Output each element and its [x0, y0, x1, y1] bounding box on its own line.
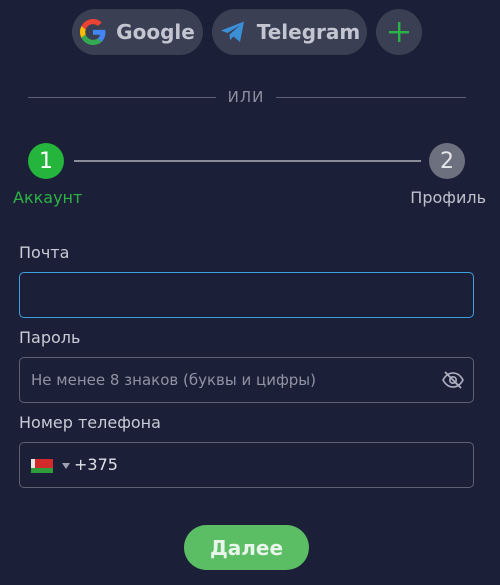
more-login-options-button[interactable] — [376, 9, 422, 55]
password-field[interactable]: Не менее 8 знаков (буквы и цифры) — [19, 357, 474, 403]
step-connector-line — [74, 160, 421, 162]
step-1-number: 1 — [39, 148, 53, 174]
flag-green-stripe — [31, 468, 53, 473]
divider-text: ИЛИ — [227, 88, 265, 106]
social-login-row: Google Telegram — [0, 9, 500, 55]
next-button[interactable]: Далее — [184, 525, 309, 570]
password-placeholder: Не менее 8 знаков (буквы и цифры) — [31, 371, 316, 389]
country-dropdown-caret-icon[interactable] — [62, 463, 70, 469]
telegram-login-button[interactable]: Telegram — [212, 9, 367, 55]
divider-line-right — [276, 97, 466, 98]
eye-slash-icon[interactable] — [441, 370, 465, 394]
divider-line-left — [28, 97, 216, 98]
step-2-indicator: 2 — [429, 143, 465, 179]
phone-country-code: +375 — [74, 455, 118, 474]
belarus-flag-icon[interactable] — [31, 459, 53, 473]
step-2-number: 2 — [440, 148, 454, 174]
step-2-label: Профиль — [410, 188, 486, 207]
telegram-icon — [219, 19, 247, 45]
step-1-label: Аккаунт — [13, 188, 83, 207]
google-icon — [80, 19, 106, 45]
plus-icon — [388, 21, 410, 43]
phone-label: Номер телефона — [19, 413, 161, 432]
google-label: Google — [116, 20, 195, 44]
google-login-button[interactable]: Google — [72, 9, 203, 55]
phone-field[interactable]: +375 — [19, 442, 474, 488]
password-label: Пароль — [19, 328, 81, 347]
telegram-label: Telegram — [256, 20, 361, 44]
email-label: Почта — [19, 243, 70, 262]
or-divider: ИЛИ — [28, 86, 466, 108]
step-1-indicator: 1 — [28, 143, 64, 179]
email-field[interactable] — [19, 272, 474, 318]
